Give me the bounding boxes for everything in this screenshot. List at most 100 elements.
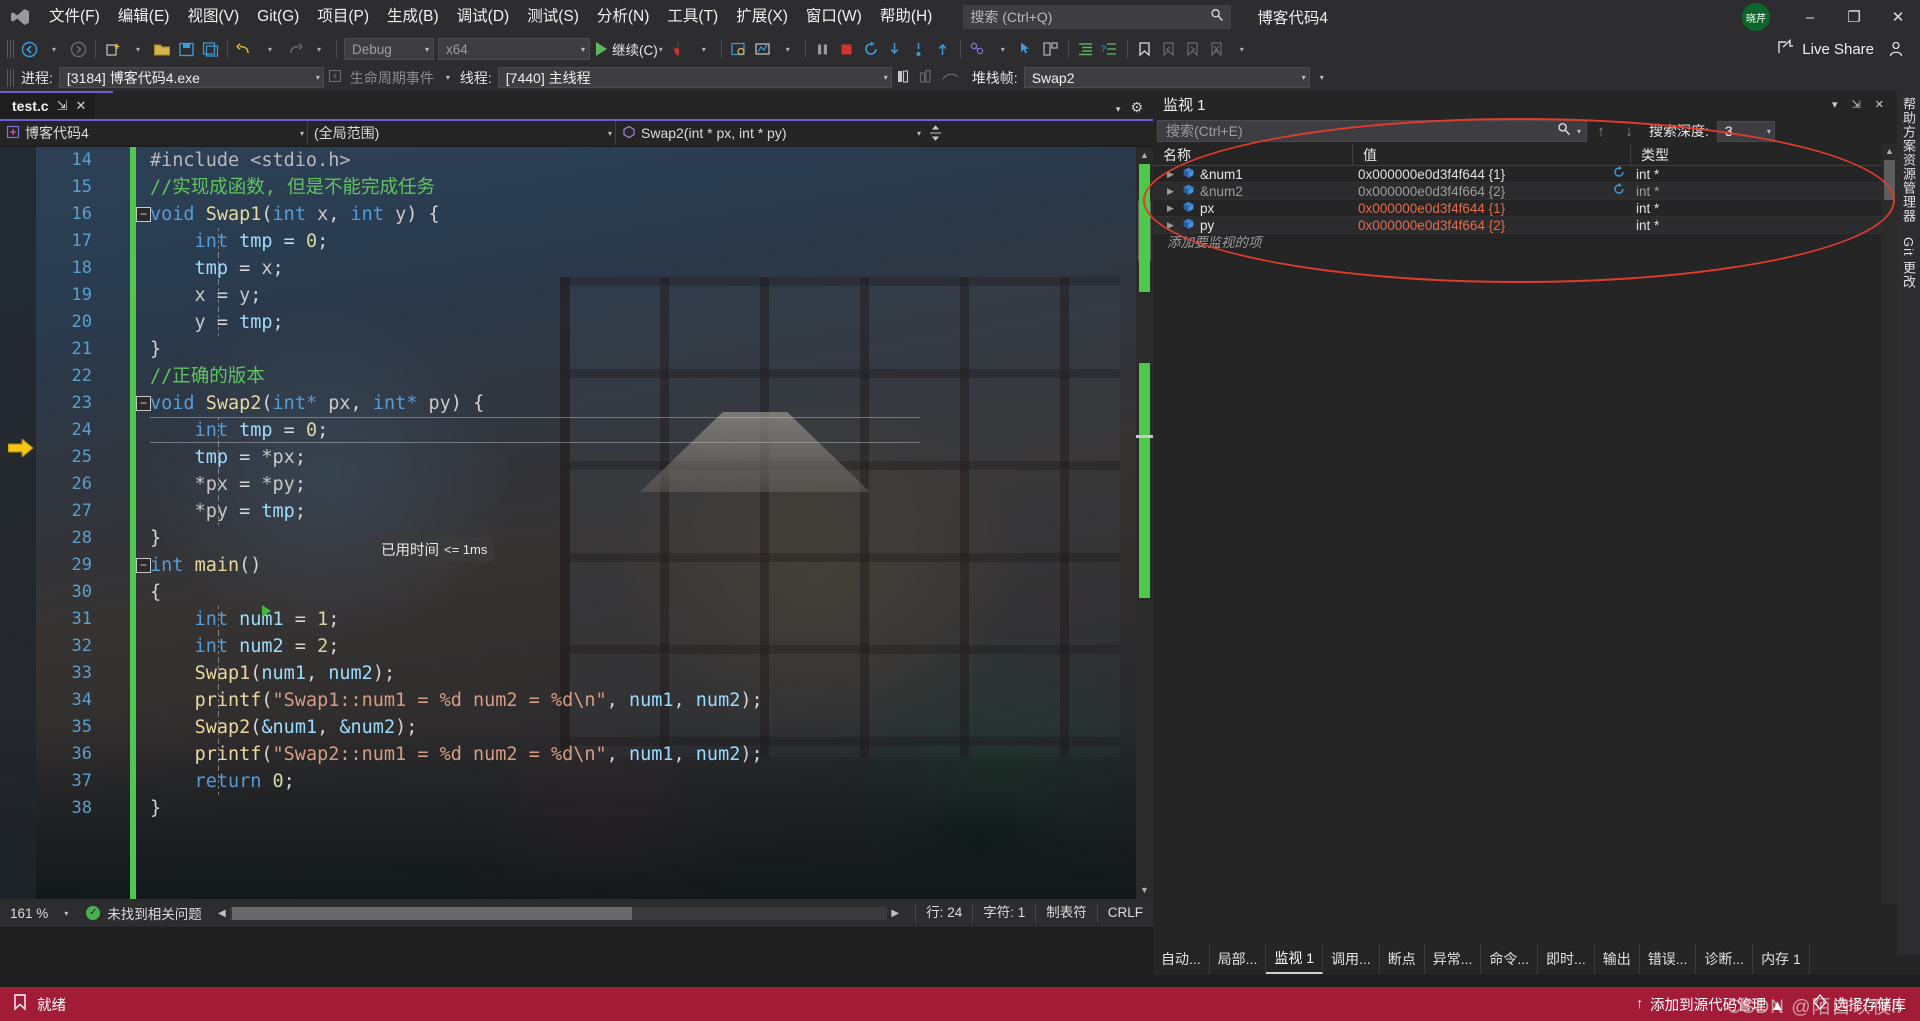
debug-toolbar-grip[interactable] xyxy=(7,68,14,87)
attach-process-icon[interactable] xyxy=(727,37,751,61)
toolbar-overflow-icon[interactable]: ▾ xyxy=(1230,37,1254,61)
code-line[interactable]: 36 printf("Swap2::num1 = %d num2 = %d\n"… xyxy=(0,741,1153,768)
tab-list-dropdown-icon[interactable]: ▾ xyxy=(1116,104,1131,119)
refresh-value-icon[interactable] xyxy=(1613,165,1631,183)
pin-tab-icon[interactable]: ⇲ xyxy=(57,98,68,114)
watch-row-name-cell[interactable]: ▶ py xyxy=(1153,217,1353,234)
diagnostics-dropdown-icon[interactable]: ▾ xyxy=(776,37,800,61)
code-line[interactable]: 38} xyxy=(0,795,1153,822)
code-line[interactable]: 23 − void Swap2(int* px, int* py) { xyxy=(0,390,1153,417)
thread-marker-icon[interactable] xyxy=(966,37,990,61)
restore-button[interactable]: ❐ xyxy=(1832,0,1876,34)
threads-marker-icon[interactable] xyxy=(938,69,964,86)
pause-icon[interactable] xyxy=(811,37,835,61)
watch-add-item-row[interactable]: 添加要监视的项 xyxy=(1153,234,1897,252)
previous-bookmark-icon[interactable] xyxy=(1157,37,1181,61)
code-line[interactable]: 20 y = tmp; xyxy=(0,309,1153,336)
tool-window-tab[interactable]: 内存 1 xyxy=(1753,944,1810,974)
clear-bookmarks-icon[interactable] xyxy=(1205,37,1229,61)
code-lines[interactable]: 14 #include <stdio.h> 15//实现成函数, 但是不能完成任务 1… xyxy=(0,147,1153,822)
document-tab-testc[interactable]: test.c ⇲ ✕ xyxy=(0,93,96,119)
close-tab-icon[interactable]: ✕ xyxy=(75,98,86,114)
undo-icon[interactable] xyxy=(233,37,257,61)
code-line[interactable]: 30 { xyxy=(0,579,1153,606)
watch-rows[interactable]: ▶ &num1 0x000000e0d3f4f644 {1} int * ▶ &num2 0… xyxy=(1153,165,1897,234)
menu-item-project[interactable]: 项目(P) xyxy=(308,0,378,34)
menu-item-edit[interactable]: 编辑(E) xyxy=(109,0,179,34)
issue-status[interactable]: ✓ 未找到相关问题 xyxy=(76,903,202,923)
expand-chevron-icon[interactable]: ▶ xyxy=(1167,200,1177,217)
scroll-left-icon[interactable]: ◀ xyxy=(214,908,230,919)
watch-row-name-cell[interactable]: ▶ &num1 xyxy=(1153,166,1353,183)
scroll-up-icon[interactable]: ▲ xyxy=(1136,147,1153,164)
code-line[interactable]: 32 int num2 = 2; xyxy=(0,633,1153,660)
watch-row-name-cell[interactable]: ▶ &num2 xyxy=(1153,183,1353,200)
bookmark-icon[interactable] xyxy=(1133,37,1157,61)
code-line[interactable]: 18 tmp = x; xyxy=(0,255,1153,282)
hscroll-thumb[interactable] xyxy=(231,906,632,920)
live-share-button[interactable]: Live Share xyxy=(1767,38,1884,60)
hot-reload-dropdown-icon[interactable]: ▾ xyxy=(692,37,716,61)
collapse-region-icon[interactable]: − xyxy=(136,396,151,411)
nav-project-combo[interactable]: 博客代码4 ▾ xyxy=(0,121,308,145)
breakpoint-marker-icon[interactable] xyxy=(262,605,271,617)
zoom-level-combo[interactable]: 161 % ▾ xyxy=(0,906,76,921)
hscroll-track[interactable] xyxy=(229,906,888,920)
restart-debug-icon[interactable] xyxy=(859,37,883,61)
select-tool-icon[interactable] xyxy=(1015,37,1039,61)
code-line[interactable]: 28} xyxy=(0,525,1153,552)
menu-item-help[interactable]: 帮助(H) xyxy=(871,0,942,34)
tool-window-tab[interactable]: 输出 xyxy=(1595,944,1640,974)
expand-chevron-icon[interactable]: ▶ xyxy=(1167,183,1177,200)
code-line[interactable]: 31 int num1 = 1; xyxy=(0,606,1153,633)
tool-window-tab[interactable]: 调用... xyxy=(1323,944,1380,974)
search-options-chevron-icon[interactable]: ▾ xyxy=(1571,127,1581,136)
code-line[interactable]: 15 //实现成函数, 但是不能完成任务 xyxy=(0,174,1153,201)
close-button[interactable]: ✕ xyxy=(1876,0,1920,34)
tool-window-tab[interactable]: 局部... xyxy=(1210,944,1267,974)
comment-icon[interactable]: ? xyxy=(1098,37,1122,61)
redo-dropdown-icon[interactable]: ▾ xyxy=(307,37,331,61)
scroll-right-icon[interactable]: ▶ xyxy=(887,908,903,919)
hot-reload-icon[interactable] xyxy=(667,37,691,61)
avatar[interactable]: 晓芹 xyxy=(1742,3,1770,31)
menu-item-debug[interactable]: 调试(D) xyxy=(448,0,519,34)
debug-tool-window-tabs[interactable]: 自动... 局部... 监视 1 调用... 断点 异常... 命令... 即时... 输出 错误… xyxy=(1153,943,1920,975)
code-line[interactable]: 19 x = y; xyxy=(0,282,1153,309)
scroll-up-icon[interactable]: ▲ xyxy=(1882,144,1897,159)
quick-search-box[interactable]: 搜索 (Ctrl+Q) xyxy=(963,5,1232,29)
step-out-icon[interactable] xyxy=(931,37,955,61)
expand-chevron-icon[interactable]: ▶ xyxy=(1167,166,1177,183)
code-line[interactable]: 14 #include <stdio.h> xyxy=(0,147,1153,174)
navigate-back-dropdown-icon[interactable]: ▾ xyxy=(42,37,66,61)
tool-window-tab[interactable]: 自动... xyxy=(1153,944,1210,974)
thread-combo[interactable]: [7440] 主线程 ▾ xyxy=(497,67,892,88)
menu-item-tools[interactable]: 工具(T) xyxy=(658,0,727,34)
show-diagnostics-icon[interactable] xyxy=(751,37,775,61)
git-changes-dock-label[interactable]: Git 更改 xyxy=(1899,237,1918,289)
search-next-icon[interactable]: ↓ xyxy=(1615,123,1643,140)
continue-debug-button[interactable]: 继续(C) ▾ xyxy=(592,37,667,61)
tool-window-tab[interactable]: 异常... xyxy=(1425,944,1482,974)
solution-configuration-combo[interactable]: Debug ▾ xyxy=(344,38,434,60)
collapse-region-icon[interactable]: − xyxy=(136,207,151,222)
watch-vertical-scrollbar[interactable]: ▲ xyxy=(1882,144,1897,904)
show-threads-icon[interactable] xyxy=(915,69,938,87)
lifecycle-chevron-down-icon[interactable]: ▾ xyxy=(440,73,450,82)
line-ending-indicator[interactable]: CRLF xyxy=(1096,904,1153,922)
nav-member-combo[interactable]: Swap2(int * px, int * py) ▾ xyxy=(616,121,924,145)
search-icon[interactable] xyxy=(1557,122,1571,141)
watch-row-name-cell[interactable]: ▶ px xyxy=(1153,200,1353,217)
watch-row-value-cell[interactable]: 0x000000e0d3f4f664 {2} xyxy=(1353,217,1631,234)
code-line[interactable]: 17 int tmp = 0; xyxy=(0,228,1153,255)
code-line[interactable]: 24 int tmp = 0; xyxy=(0,417,1153,444)
code-line[interactable]: 25 tmp = *px; xyxy=(0,444,1153,471)
tool-window-tab[interactable]: 即时... xyxy=(1538,944,1595,974)
watch-panel-dropdown-icon[interactable]: ▾ xyxy=(1825,98,1845,111)
code-line[interactable]: 21} xyxy=(0,336,1153,363)
open-file-icon[interactable] xyxy=(150,37,174,61)
new-project-icon[interactable] xyxy=(101,37,125,61)
nav-scope-combo[interactable]: (全局范围) ▾ xyxy=(308,121,616,145)
code-line[interactable]: 22 //正确的版本 xyxy=(0,363,1153,390)
editor-horizontal-scrollbar[interactable]: ◀ ▶ xyxy=(214,905,903,922)
